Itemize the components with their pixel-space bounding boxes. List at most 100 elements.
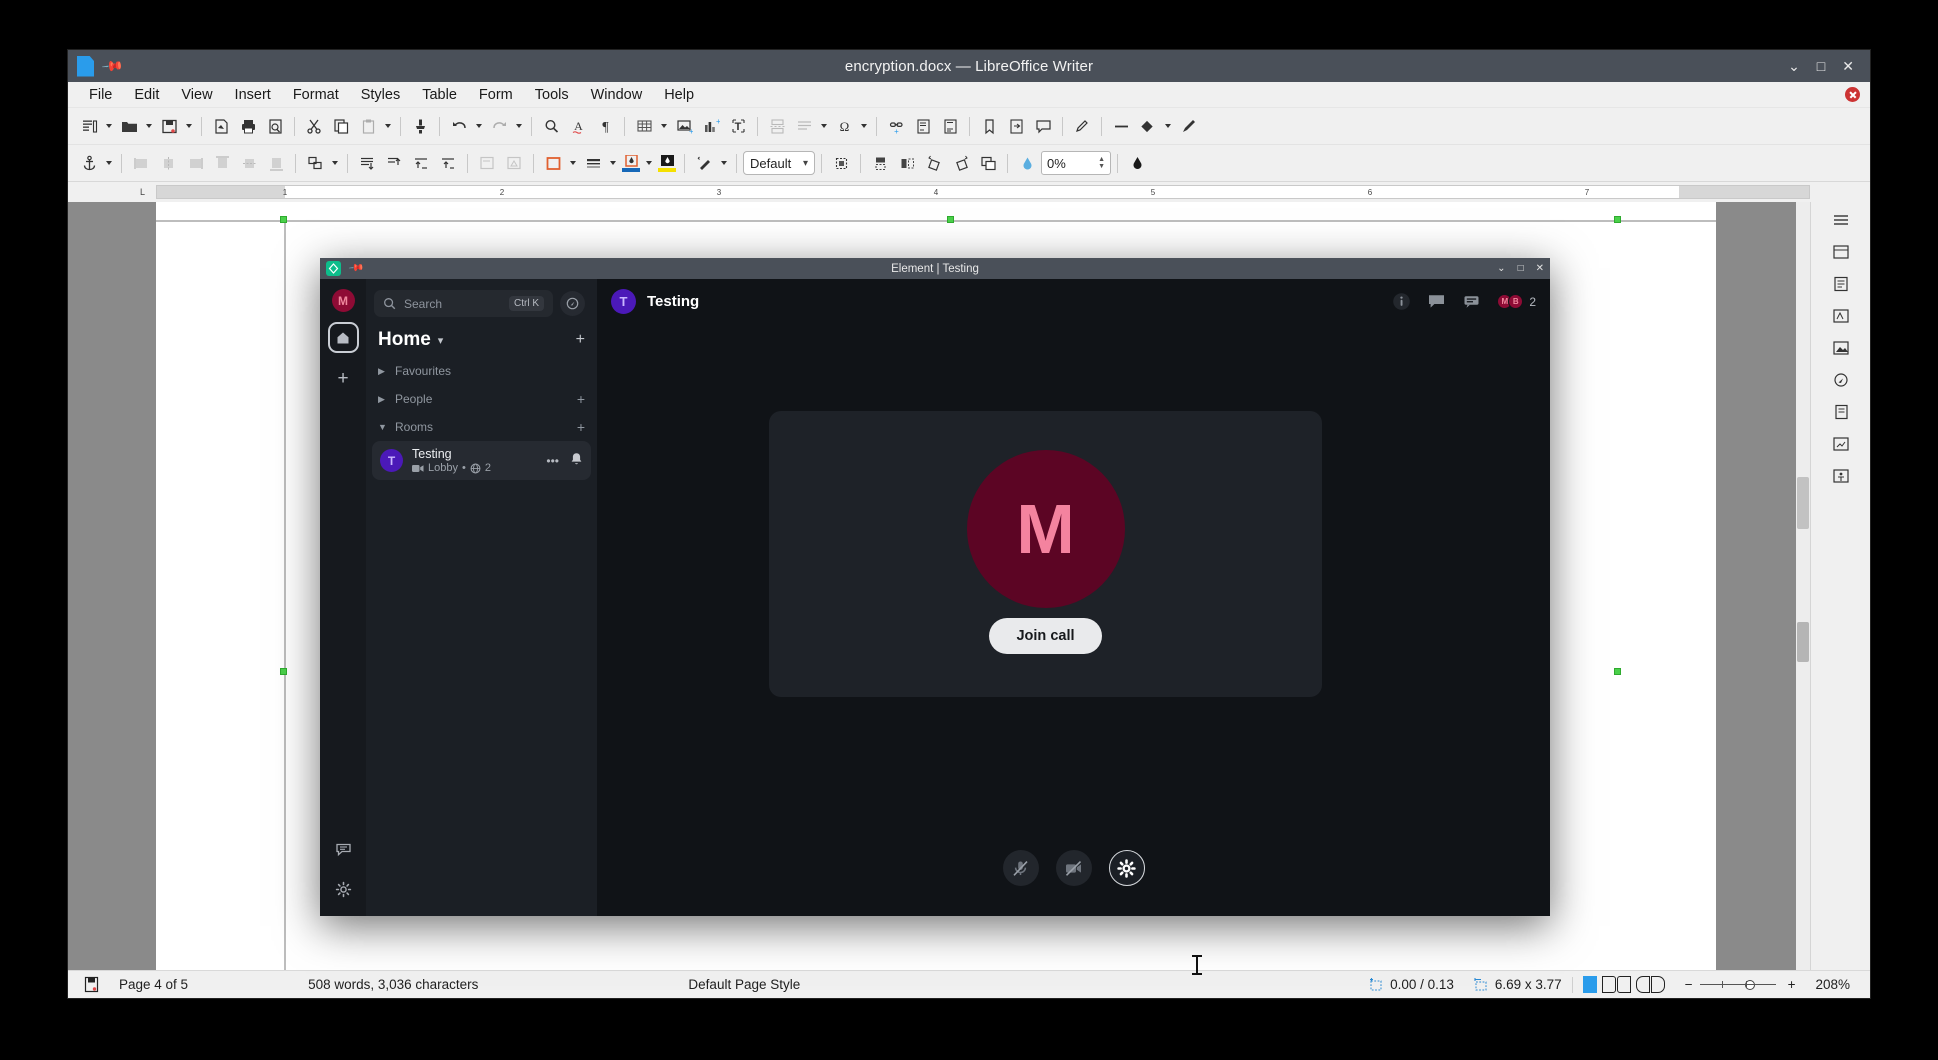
styles-icon[interactable] (1827, 304, 1855, 328)
spellcheck-icon[interactable]: A (565, 113, 591, 139)
omega-icon[interactable]: Ω (831, 113, 857, 139)
menu-form[interactable]: Form (468, 84, 524, 106)
close-button[interactable]: ✕ (1842, 59, 1854, 73)
menu-tools[interactable]: Tools (524, 84, 580, 106)
selection-handle-tc[interactable] (947, 216, 954, 223)
special-char-dropdown[interactable] (858, 113, 870, 139)
wrap-contour-icon[interactable] (501, 150, 527, 176)
camera-off-icon[interactable] (1055, 850, 1092, 886)
align-left-icon[interactable] (128, 150, 154, 176)
menu-file[interactable]: File (78, 84, 123, 106)
copy-icon[interactable] (328, 113, 354, 139)
selection-handle-tr[interactable] (1614, 216, 1621, 223)
bookmark-icon[interactable] (976, 113, 1002, 139)
maximize-button[interactable]: □ (1817, 59, 1825, 73)
room-info-icon[interactable] (1392, 292, 1411, 311)
border-color-dropdown[interactable] (643, 150, 655, 176)
explore-rooms-button[interactable] (560, 291, 585, 316)
selection-handle-tl[interactable] (280, 216, 287, 223)
border-width-dropdown[interactable] (607, 150, 619, 176)
crossref-icon[interactable] (1003, 113, 1029, 139)
threads-activity-icon[interactable] (330, 836, 356, 862)
multi-page-view-icon[interactable] (1601, 976, 1631, 993)
align-bottom-icon[interactable] (263, 150, 289, 176)
add-room-in-section-button[interactable]: + (577, 420, 585, 434)
new-doc-dropdown[interactable] (103, 113, 115, 139)
navigator-icon[interactable] (1827, 368, 1855, 392)
gear-icon[interactable] (330, 876, 356, 902)
menu-styles[interactable]: Styles (350, 84, 412, 106)
element-minimize-button[interactable]: ⌄ (1497, 263, 1505, 274)
chevron-down-icon[interactable]: ▾ (438, 334, 444, 347)
wrap-on-icon[interactable] (381, 150, 407, 176)
comment-icon[interactable] (1030, 113, 1056, 139)
single-page-view-icon[interactable] (1582, 976, 1597, 993)
open-dropdown[interactable] (143, 113, 155, 139)
object-size[interactable]: 6.69 x 3.77 (1464, 971, 1572, 998)
zoom-slider[interactable]: − + (1675, 971, 1806, 998)
stepper-arrows[interactable]: ▲ ▼ (1098, 156, 1105, 170)
pilcrow-icon[interactable]: ¶ (592, 113, 618, 139)
border-style-icon[interactable] (540, 150, 566, 176)
style-inspector-icon[interactable] (1827, 432, 1855, 456)
save-status[interactable] (74, 971, 109, 998)
search-input[interactable]: Search Ctrl K (374, 290, 553, 317)
book-view-icon[interactable] (1635, 976, 1665, 993)
gallery-icon[interactable] (1827, 336, 1855, 360)
magnifier-icon[interactable] (538, 113, 564, 139)
page-break-icon[interactable] (764, 113, 790, 139)
filter-dropdown[interactable] (718, 150, 730, 176)
menu-insert[interactable]: Insert (224, 84, 282, 106)
accessibility-check-icon[interactable] (1827, 464, 1855, 488)
selection-handle-mr[interactable] (1614, 668, 1621, 675)
menu-edit[interactable]: Edit (123, 84, 170, 106)
add-room-button[interactable]: + (576, 332, 585, 348)
page-deck-icon[interactable] (1827, 400, 1855, 424)
crop-icon[interactable] (828, 150, 854, 176)
selection-handle-ml[interactable] (280, 668, 287, 675)
arrange-icon[interactable] (302, 150, 328, 176)
anchor-icon[interactable] (76, 150, 102, 176)
folder-icon[interactable] (116, 113, 142, 139)
flip-horizontal-icon[interactable] (894, 150, 920, 176)
room-header-name[interactable]: Testing (647, 293, 699, 310)
document-scrollbar[interactable] (1796, 202, 1810, 970)
undo-icon[interactable] (446, 113, 472, 139)
word-count[interactable]: 508 words, 3,036 characters (298, 971, 488, 998)
add-space-button[interactable]: + (328, 363, 359, 394)
rotate-right-icon[interactable] (948, 150, 974, 176)
field-dropdown[interactable] (818, 113, 830, 139)
zoom-track[interactable] (1699, 981, 1776, 988)
section-rooms[interactable]: ▼ Rooms + (366, 413, 597, 441)
space-home-button[interactable] (327, 322, 359, 353)
image-icon[interactable]: + (671, 113, 697, 139)
track-changes-icon[interactable] (1069, 113, 1095, 139)
section-favourites[interactable]: ▶ Favourites (366, 357, 597, 385)
room-overflow-menu-button[interactable]: ••• (546, 454, 559, 468)
color-droplet-icon[interactable] (1124, 150, 1150, 176)
join-call-button[interactable]: Join call (989, 618, 1102, 654)
scrollbar-thumb-secondary[interactable] (1797, 622, 1809, 662)
undo-dropdown[interactable] (473, 113, 485, 139)
paste-dropdown[interactable] (382, 113, 394, 139)
anchor-dropdown[interactable] (103, 150, 115, 176)
menu-help[interactable]: Help (653, 84, 705, 106)
align-top-icon[interactable] (209, 150, 235, 176)
save-dropdown[interactable] (183, 113, 195, 139)
endnote-icon[interactable] (937, 113, 963, 139)
close-document-icon[interactable] (1845, 87, 1860, 102)
chart-icon[interactable]: + (698, 113, 724, 139)
properties-icon[interactable] (1827, 240, 1855, 264)
menu-format[interactable]: Format (282, 84, 350, 106)
room-header-avatar[interactable]: T (611, 289, 636, 314)
draw-icon[interactable] (1175, 113, 1201, 139)
highlight-color-button[interactable] (656, 154, 678, 172)
facepile[interactable]: M B 2 (1497, 294, 1536, 309)
scissors-icon[interactable] (301, 113, 327, 139)
footnote-icon[interactable] (910, 113, 936, 139)
menu-view[interactable]: View (170, 84, 223, 106)
wrap-through-icon[interactable] (408, 150, 434, 176)
redo-icon[interactable] (486, 113, 512, 139)
table-dropdown[interactable] (658, 113, 670, 139)
wrap-optimal-icon[interactable] (435, 150, 461, 176)
